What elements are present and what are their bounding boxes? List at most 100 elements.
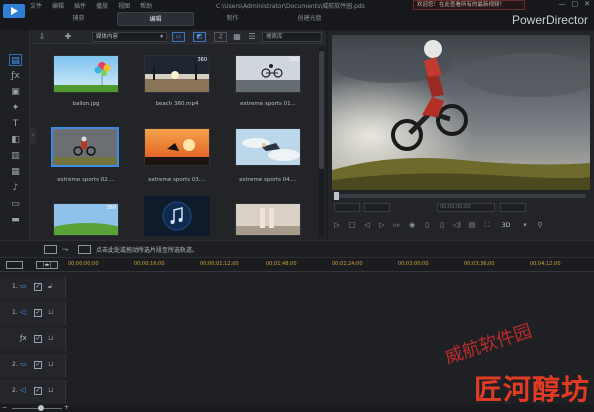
library-item-thumbnail[interactable]	[144, 128, 210, 166]
track-body[interactable]	[67, 276, 594, 299]
tab-create-disc[interactable]: 创建光盘	[271, 12, 348, 26]
expand-panel-icon[interactable]: ›	[30, 128, 36, 144]
track-enable-checkbox[interactable]: ✓	[34, 361, 42, 369]
library-scrollbar[interactable]	[319, 47, 324, 237]
lock-icon[interactable]: ⊔	[48, 386, 55, 395]
list-view-icon[interactable]: ☰	[246, 32, 258, 42]
fast-forward-icon[interactable]: ▹▹	[392, 221, 402, 229]
track-header: 2. ◁ ✓ ⊔	[0, 380, 66, 403]
track-enable-checkbox[interactable]: ✓	[34, 309, 42, 317]
runner-image	[236, 204, 300, 235]
lock-icon[interactable]: 🔓︎	[48, 282, 55, 291]
preview-field-row: 00;00;00;00	[334, 203, 588, 213]
timecode-field[interactable]: 00;00;00;00	[437, 203, 495, 212]
3d-mode-button[interactable]: 3D	[497, 222, 515, 229]
library-item-thumbnail[interactable]	[144, 196, 210, 236]
movie-mode-field[interactable]	[364, 203, 390, 212]
prev-frame-icon[interactable]: ◁	[362, 221, 372, 229]
title-room-icon[interactable]: T	[9, 118, 22, 130]
menu-item-view[interactable]: 视图	[118, 0, 130, 10]
mark-in-icon[interactable]: ▯	[422, 221, 432, 229]
preview-screen[interactable]	[332, 35, 590, 190]
timeline-track: 1. ◁ ✓ ⊔	[0, 302, 594, 325]
menu-item-plugins[interactable]: 插件	[74, 0, 86, 10]
timeline-ruler[interactable]: 00;00;00;00 00;00;16;00 00;00;01;12;00 0…	[66, 258, 594, 272]
next-frame-icon[interactable]: ▷	[377, 221, 387, 229]
track-enable-checkbox[interactable]: ✓	[34, 335, 42, 343]
media-room-icon[interactable]: ▤	[9, 54, 22, 66]
library-toolbar: ⇩ ✚ 媒体内容 ▾ ▭ ◩ ♫ ▦ ☰ 搜索库	[30, 30, 326, 44]
library-item-thumbnail[interactable]: 360	[53, 203, 119, 236]
pip-room-icon[interactable]: ▣	[9, 86, 22, 98]
subtitle-icon[interactable]: ▬	[9, 214, 22, 226]
scrubber-handle[interactable]	[334, 192, 339, 200]
stop-icon[interactable]: □	[347, 221, 357, 229]
menu-item-play[interactable]: 播放	[96, 0, 108, 10]
preview-scrubber[interactable]	[334, 192, 586, 200]
library-item-name: extreme sports 01...	[240, 101, 296, 107]
track-enable-checkbox[interactable]: ✓	[34, 283, 42, 291]
balloon-image	[54, 56, 118, 92]
tab-edit[interactable]: 编辑	[117, 12, 194, 26]
zoom-slider[interactable]	[12, 408, 62, 409]
library-item-thumbnail[interactable]: 360	[144, 55, 210, 93]
zoom-out-icon[interactable]: −	[2, 404, 7, 411]
minimize-button[interactable]: —	[559, 0, 566, 8]
library-item-name: extreme sports 02....	[57, 177, 115, 183]
track-enable-checkbox[interactable]: ✓	[34, 387, 42, 395]
image-filter-icon[interactable]: ◩	[193, 32, 206, 42]
audio-mix-room-icon[interactable]: ▦	[9, 166, 22, 178]
zoom-in-icon[interactable]: +	[64, 404, 69, 411]
plugin-icon[interactable]: ✚	[62, 32, 74, 42]
split-icon[interactable]: ⤳	[62, 245, 75, 254]
lock-icon[interactable]: ⊔	[48, 360, 55, 369]
voice-room-icon[interactable]: ♪	[9, 182, 22, 194]
zoom-slider-handle[interactable]	[38, 405, 44, 411]
audio-filter-icon[interactable]: ♫	[214, 32, 227, 42]
room-rail: ▤ ƒx ▣ ✦ T ◧ ▥ ▦ ♪ ▭ ▬	[0, 30, 30, 240]
play-icon[interactable]: ▷	[332, 221, 342, 229]
track-number: 1.	[12, 283, 18, 290]
notice-banner[interactable]: 欢迎您！在此查看所有的最新视频！	[413, 0, 525, 10]
storyboard-view-icon[interactable]	[44, 245, 57, 254]
library-item-thumbnail[interactable]: 360	[235, 55, 301, 93]
import-icon[interactable]: ⇩	[36, 32, 48, 42]
tab-capture[interactable]: 捕获	[40, 12, 117, 26]
tab-produce[interactable]: 制作	[194, 12, 271, 26]
3d-dropdown-icon[interactable]: ▾	[520, 221, 530, 229]
clip-mode-field[interactable]	[334, 203, 360, 212]
library-search-input[interactable]: 搜索库	[262, 32, 322, 42]
video-filter-icon[interactable]: ▭	[172, 32, 185, 42]
library-item-thumbnail[interactable]	[53, 55, 119, 93]
grid-view-icon[interactable]: ▦	[231, 32, 243, 42]
snapshot-icon[interactable]: ◉	[407, 221, 417, 229]
transition-room-icon[interactable]: ◧	[9, 134, 22, 146]
fullscreen-icon[interactable]: ⛶	[482, 221, 492, 230]
maximize-button[interactable]: □	[572, 0, 579, 8]
fx-room-icon[interactable]: ƒx	[9, 70, 22, 82]
library-item-thumbnail[interactable]	[235, 128, 301, 166]
close-button[interactable]: ✕	[584, 0, 590, 8]
track-manager-icon[interactable]	[6, 261, 23, 269]
menu-item-help[interactable]: 帮助	[140, 0, 152, 10]
library-item-thumbnail[interactable]	[51, 127, 119, 167]
volume-icon[interactable]: ◁)	[452, 221, 462, 229]
lock-icon[interactable]: ⊔	[48, 334, 55, 343]
media-filter-select[interactable]: 媒体内容 ▾	[92, 32, 167, 42]
timeline-view-icon[interactable]	[78, 245, 91, 254]
lock-icon[interactable]: ⊔	[48, 308, 55, 317]
fit-timeline-icon[interactable]: |◂▸|	[36, 261, 58, 269]
menu-item-file[interactable]: 文件	[30, 0, 42, 10]
preview-panel: 00;00;00;00 ▷ □ ◁ ▷ ▹▹ ◉ ▯ ▯ ◁) ▤ ⛶ 3D ▾…	[328, 30, 594, 240]
library-item-thumbnail[interactable]	[235, 203, 301, 236]
mark-out-icon[interactable]: ▯	[437, 221, 447, 229]
quality-field[interactable]	[500, 203, 526, 212]
chapter-room-icon[interactable]: ▭	[9, 198, 22, 210]
scrollbar-thumb[interactable]	[319, 51, 324, 169]
subtitle-room-icon[interactable]: ▥	[9, 150, 22, 162]
menu-item-edit[interactable]: 编辑	[52, 0, 64, 10]
particle-room-icon[interactable]: ✦	[9, 102, 22, 114]
pin-icon[interactable]: ⚲	[535, 221, 545, 229]
subtitle-toggle-icon[interactable]: ▤	[467, 221, 477, 229]
track-header: ƒx ✓ ⊔	[0, 328, 66, 351]
